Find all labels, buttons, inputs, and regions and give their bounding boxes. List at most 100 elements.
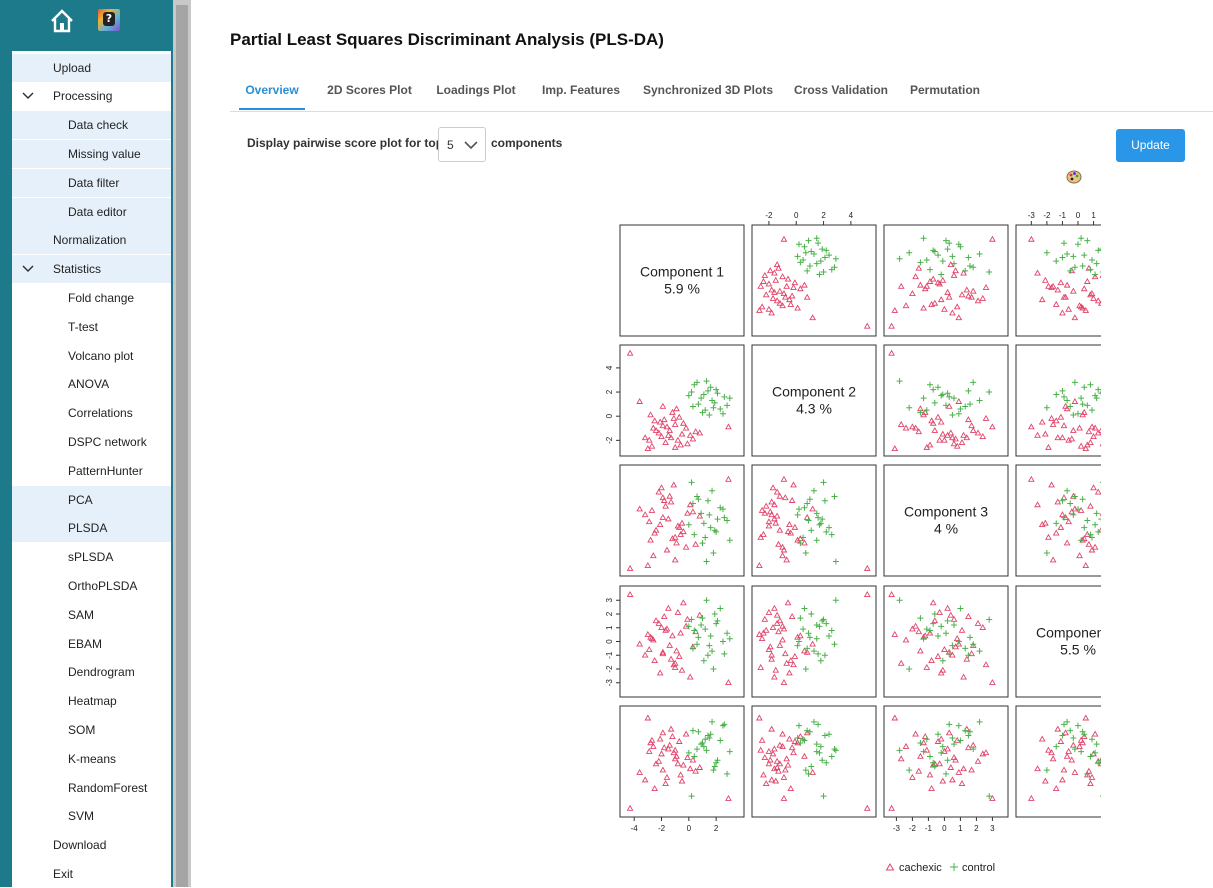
page-title: Partial Least Squares Discriminant Analy… — [230, 30, 664, 49]
sidebar-item-patternhunter[interactable]: PatternHunter — [12, 457, 171, 485]
data-point-control — [826, 731, 833, 738]
sidebar-item-volcano-plot[interactable]: Volcano plot — [12, 342, 171, 370]
sidebar-item-processing[interactable]: Processing — [12, 82, 171, 110]
data-point-cachexic — [760, 277, 767, 284]
data-point-cachexic — [1060, 422, 1068, 429]
sidebar-item-correlations[interactable]: Correlations — [12, 399, 171, 427]
data-point-control — [808, 763, 815, 770]
sidebar-item-download[interactable]: Download — [12, 831, 171, 859]
data-point-cachexic — [673, 405, 680, 412]
sidebar-item-dendrogram[interactable]: Dendrogram — [12, 658, 171, 686]
tab-synchronized-3d-plots[interactable]: Synchronized 3D Plots — [638, 72, 778, 110]
data-point-control — [823, 247, 830, 254]
sidebar-item-pca[interactable]: PCA — [12, 486, 171, 514]
data-point-cachexic — [863, 564, 871, 571]
sidebar-item-data-editor[interactable]: Data editor — [12, 198, 171, 226]
data-point-cachexic — [897, 420, 905, 427]
data-point-cachexic — [656, 521, 664, 527]
data-point-control — [688, 793, 695, 800]
tab-cross-validation[interactable]: Cross Validation — [789, 72, 893, 110]
sidebar-item-exit[interactable]: Exit — [12, 860, 171, 888]
tab-overview[interactable]: Overview — [239, 72, 305, 110]
help-icon[interactable]: ? — [98, 9, 120, 31]
data-point-control — [713, 620, 720, 627]
data-point-cachexic — [761, 271, 769, 278]
sidebar-item-ebam[interactable]: EBAM — [12, 630, 171, 658]
data-point-control — [695, 634, 702, 641]
data-point-cachexic — [963, 286, 971, 293]
main-content: Partial Least Squares Discriminant Analy… — [191, 0, 1213, 887]
sidebar-item-heatmap[interactable]: Heatmap — [12, 687, 171, 715]
data-point-control — [709, 718, 716, 725]
tab-imp-features[interactable]: Imp. Features — [535, 72, 627, 110]
data-point-cachexic — [678, 519, 686, 526]
sidebar-item-normalization[interactable]: Normalization — [12, 226, 171, 254]
data-point-cachexic — [809, 505, 817, 512]
data-point-control — [1064, 397, 1071, 404]
data-point-control — [706, 511, 713, 518]
data-point-cachexic — [1057, 523, 1065, 530]
data-point-cachexic — [960, 673, 967, 680]
data-point-control — [815, 240, 822, 247]
data-point-cachexic — [725, 679, 732, 685]
palette-icon[interactable] — [1066, 169, 1082, 185]
data-point-cachexic — [937, 296, 945, 303]
sidebar-item-statistics[interactable]: Statistics — [12, 255, 171, 283]
sidebar-item-fold-change[interactable]: Fold change — [12, 284, 171, 312]
tick-label: 2 — [821, 211, 826, 220]
sidebar-item-orthoplsda[interactable]: OrthoPLSDA — [12, 572, 171, 600]
sidebar-item-t-test[interactable]: T-test — [12, 313, 171, 341]
tick-label: 2 — [714, 824, 719, 833]
data-point-cachexic — [783, 282, 791, 289]
data-point-cachexic — [897, 755, 905, 762]
sidebar-item-data-check[interactable]: Data check — [12, 111, 171, 139]
data-point-cachexic — [674, 436, 682, 443]
sidebar-item-label: Upload — [53, 61, 92, 75]
sidebar-item-data-filter[interactable]: Data filter — [12, 169, 171, 197]
scrollbar-thumb[interactable] — [176, 5, 188, 887]
data-point-cachexic — [958, 780, 966, 787]
sidebar-item-sam[interactable]: SAM — [12, 601, 171, 629]
sidebar-item-label: K-means — [68, 752, 117, 766]
sidebar-item-som[interactable]: SOM — [12, 716, 171, 744]
data-point-control — [805, 517, 812, 524]
sidebar-item-randomforest[interactable]: RandomForest — [12, 774, 171, 802]
data-point-cachexic — [678, 430, 686, 437]
data-point-cachexic — [656, 669, 664, 676]
data-point-cachexic — [912, 273, 919, 280]
data-point-cachexic — [758, 736, 766, 743]
tab-permutation[interactable]: Permutation — [905, 72, 985, 110]
tick-label: -2 — [909, 824, 917, 833]
data-point-control — [944, 246, 951, 253]
data-point-cachexic — [891, 445, 899, 452]
data-point-cachexic — [775, 628, 782, 635]
data-point-control — [1059, 732, 1066, 739]
tab-2d-scores-plot[interactable]: 2D Scores Plot — [323, 72, 416, 110]
data-point-cachexic — [671, 746, 679, 753]
data-point-control — [927, 266, 933, 273]
sidebar-item-plsda[interactable]: PLSDA — [12, 514, 171, 542]
data-point-cachexic — [1085, 540, 1093, 547]
update-button[interactable]: Update — [1116, 129, 1185, 162]
sidebar-item-anova[interactable]: ANOVA — [12, 370, 171, 398]
home-icon[interactable] — [49, 8, 75, 34]
data-point-cachexic — [692, 428, 700, 435]
data-point-cachexic — [757, 282, 765, 289]
data-point-cachexic — [1091, 543, 1099, 550]
data-point-control — [819, 617, 826, 624]
sidebar-item-splsda[interactable]: sPLSDA — [12, 543, 171, 571]
sidebar-item-dspc-network[interactable]: DSPC network — [12, 428, 171, 456]
tab-loadings-plot[interactable]: Loadings Plot — [432, 72, 520, 110]
data-point-cachexic — [725, 423, 732, 430]
sidebar-item-k-means[interactable]: K-means — [12, 745, 171, 773]
data-point-cachexic — [659, 729, 667, 736]
sidebar-item-svm[interactable]: SVM — [12, 802, 171, 830]
data-point-cachexic — [1045, 746, 1052, 753]
data-point-control — [826, 633, 833, 639]
sidebar-item-missing-value[interactable]: Missing value — [12, 140, 171, 168]
data-point-control — [688, 389, 695, 396]
data-point-cachexic — [762, 502, 770, 509]
sidebar-item-upload[interactable]: Upload — [12, 54, 171, 82]
components-select[interactable]: 5 — [438, 127, 486, 162]
data-point-cachexic — [682, 424, 690, 431]
